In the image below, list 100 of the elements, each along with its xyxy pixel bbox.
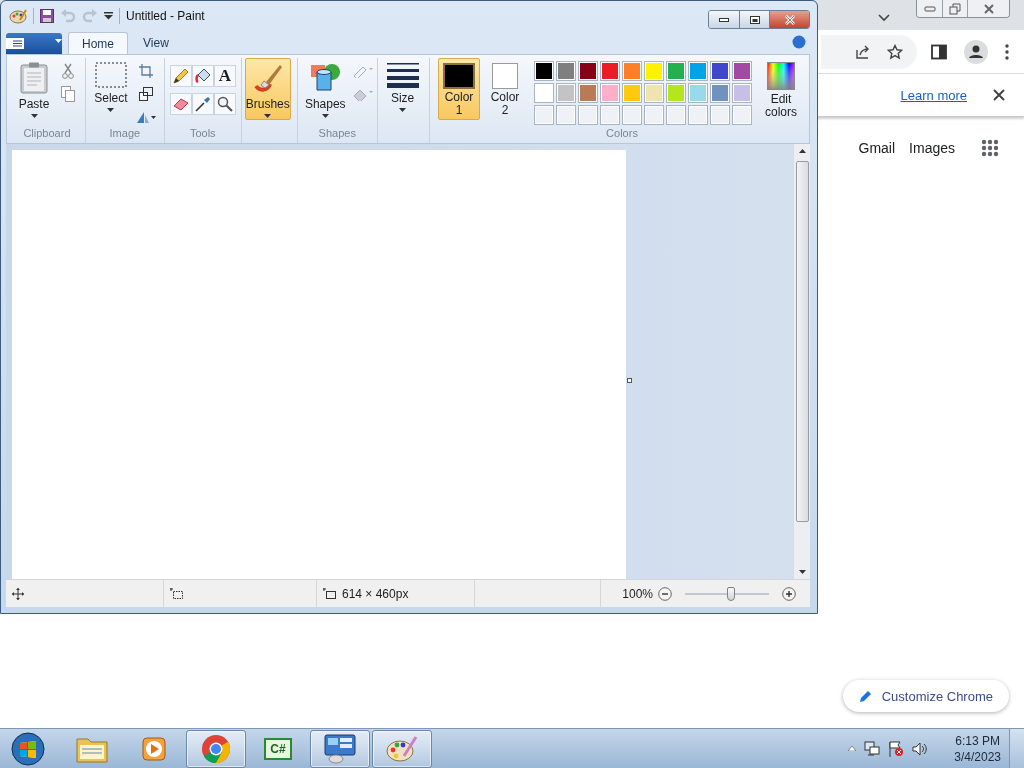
customize-chrome-button[interactable]: Customize Chrome bbox=[842, 680, 1009, 712]
palette-color[interactable] bbox=[666, 83, 686, 104]
header-link[interactable]: Gmail bbox=[858, 140, 896, 156]
caret-icon bbox=[321, 114, 329, 119]
clipboard-icon bbox=[20, 62, 48, 95]
ribbon-tab[interactable]: View bbox=[130, 32, 182, 55]
palette-color[interactable] bbox=[622, 83, 642, 104]
canvas-size: 614 × 460px bbox=[342, 586, 409, 601]
palette-color[interactable] bbox=[578, 83, 598, 104]
zoom-out-icon[interactable] bbox=[658, 586, 672, 601]
slider-thumb[interactable] bbox=[727, 586, 736, 601]
pencil-button[interactable] bbox=[169, 65, 192, 88]
save-icon[interactable] bbox=[40, 8, 54, 23]
restore-icon bbox=[949, 2, 961, 15]
canvas-size-icon bbox=[323, 587, 337, 600]
ribbon-tab[interactable]: Home bbox=[68, 32, 128, 55]
palette-color[interactable] bbox=[688, 61, 708, 82]
taskbar-button[interactable]: C# bbox=[248, 729, 308, 768]
avatar-icon[interactable] bbox=[964, 39, 988, 64]
app-menu-button[interactable] bbox=[6, 33, 62, 55]
share-icon[interactable] bbox=[855, 43, 871, 60]
minimize-icon bbox=[719, 17, 729, 22]
media-player-icon bbox=[141, 735, 167, 762]
ribbon-button[interactable]: Paste bbox=[12, 58, 56, 121]
apps-grid-icon[interactable] bbox=[981, 139, 999, 157]
taskbar-button[interactable] bbox=[186, 729, 246, 768]
palette-color[interactable] bbox=[534, 83, 554, 104]
close-icon bbox=[783, 14, 796, 25]
palette-color[interactable] bbox=[556, 83, 576, 104]
palette-color[interactable] bbox=[688, 83, 708, 104]
clock[interactable]: 6:13 PM 3/4/2023 bbox=[954, 732, 1001, 765]
palette-color[interactable] bbox=[732, 83, 752, 104]
color-selector-button[interactable]: Color 1 bbox=[438, 58, 480, 121]
maximize-button[interactable] bbox=[739, 11, 769, 28]
up-arrow-icon bbox=[798, 149, 806, 154]
eraser-icon bbox=[172, 98, 189, 111]
speaker-icon[interactable] bbox=[912, 740, 929, 757]
palette-color[interactable] bbox=[534, 61, 554, 82]
palette-color[interactable] bbox=[600, 83, 620, 104]
resize-icon bbox=[138, 87, 153, 102]
palette-color[interactable] bbox=[710, 61, 730, 82]
down-arrow-icon bbox=[798, 570, 806, 575]
fill-button[interactable] bbox=[191, 65, 214, 88]
close-button[interactable] bbox=[769, 11, 809, 28]
ribbon-button[interactable]: Size bbox=[380, 58, 425, 121]
vertical-scrollbar[interactable] bbox=[793, 144, 810, 580]
palette-color[interactable] bbox=[732, 61, 752, 82]
palette-color[interactable] bbox=[578, 61, 598, 82]
side-panel-icon[interactable] bbox=[931, 43, 947, 60]
menu-icon bbox=[6, 38, 24, 50]
learn-more-link[interactable]: Learn more bbox=[900, 87, 967, 103]
palette-color[interactable] bbox=[556, 61, 576, 82]
restore-button[interactable] bbox=[942, 0, 967, 17]
browser-icon bbox=[201, 733, 231, 764]
customize-caret-icon[interactable] bbox=[104, 11, 113, 20]
scroll-thumb[interactable] bbox=[795, 161, 809, 523]
copy-button[interactable] bbox=[58, 84, 78, 105]
palette-icon[interactable] bbox=[9, 7, 27, 24]
outline-icon bbox=[351, 64, 374, 79]
group-label: Clipboard bbox=[22, 127, 72, 142]
ribbon-button[interactable]: Brushes bbox=[244, 58, 291, 121]
header-link[interactable]: Images bbox=[909, 140, 955, 156]
network-icon[interactable] bbox=[864, 740, 881, 757]
caret-icon bbox=[399, 108, 407, 113]
palette-color[interactable] bbox=[710, 83, 730, 104]
close-icon[interactable] bbox=[993, 89, 1005, 101]
dashboard-icon bbox=[324, 733, 356, 764]
move-icon bbox=[12, 587, 24, 600]
color-picker-button[interactable] bbox=[191, 93, 214, 116]
minimize-button[interactable] bbox=[709, 11, 739, 28]
close-button[interactable] bbox=[967, 0, 1009, 17]
ribbon-button[interactable]: Select bbox=[88, 58, 133, 121]
resize-handle[interactable] bbox=[627, 378, 632, 384]
palette-color[interactable] bbox=[666, 61, 686, 82]
up-arrow-icon[interactable] bbox=[848, 746, 857, 751]
zoom-in-icon[interactable] bbox=[782, 586, 796, 601]
more-menu-icon[interactable] bbox=[1005, 43, 1009, 60]
palette-color[interactable] bbox=[644, 61, 664, 82]
group-label: Shapes bbox=[317, 127, 357, 142]
flag-icon[interactable] bbox=[888, 740, 905, 757]
color-selector-button[interactable]: Color 2 bbox=[484, 58, 526, 121]
palette-color[interactable] bbox=[600, 61, 620, 82]
magnifier-button[interactable] bbox=[213, 93, 236, 116]
palette-color[interactable] bbox=[622, 61, 642, 82]
scissors-icon bbox=[62, 63, 74, 80]
show-desktop-button[interactable] bbox=[1009, 728, 1024, 768]
bookmark-star-icon[interactable] bbox=[887, 43, 903, 60]
text-tool-button[interactable]: A bbox=[213, 65, 236, 88]
ribbon-button[interactable]: Shapes bbox=[300, 58, 350, 121]
group-label: Tools bbox=[188, 127, 217, 142]
taskbar-button[interactable] bbox=[372, 729, 432, 768]
address-bar[interactable] bbox=[821, 34, 917, 69]
rotate-icon bbox=[134, 110, 157, 125]
eraser-button[interactable] bbox=[169, 93, 192, 116]
palette-color[interactable] bbox=[644, 83, 664, 104]
close-icon bbox=[982, 2, 995, 15]
edit-colors-button[interactable]: Edit colors bbox=[756, 58, 806, 121]
taskbar-button[interactable] bbox=[310, 729, 370, 768]
chevron-down-icon[interactable] bbox=[878, 14, 890, 22]
zoom-percent: 100% bbox=[622, 586, 653, 601]
